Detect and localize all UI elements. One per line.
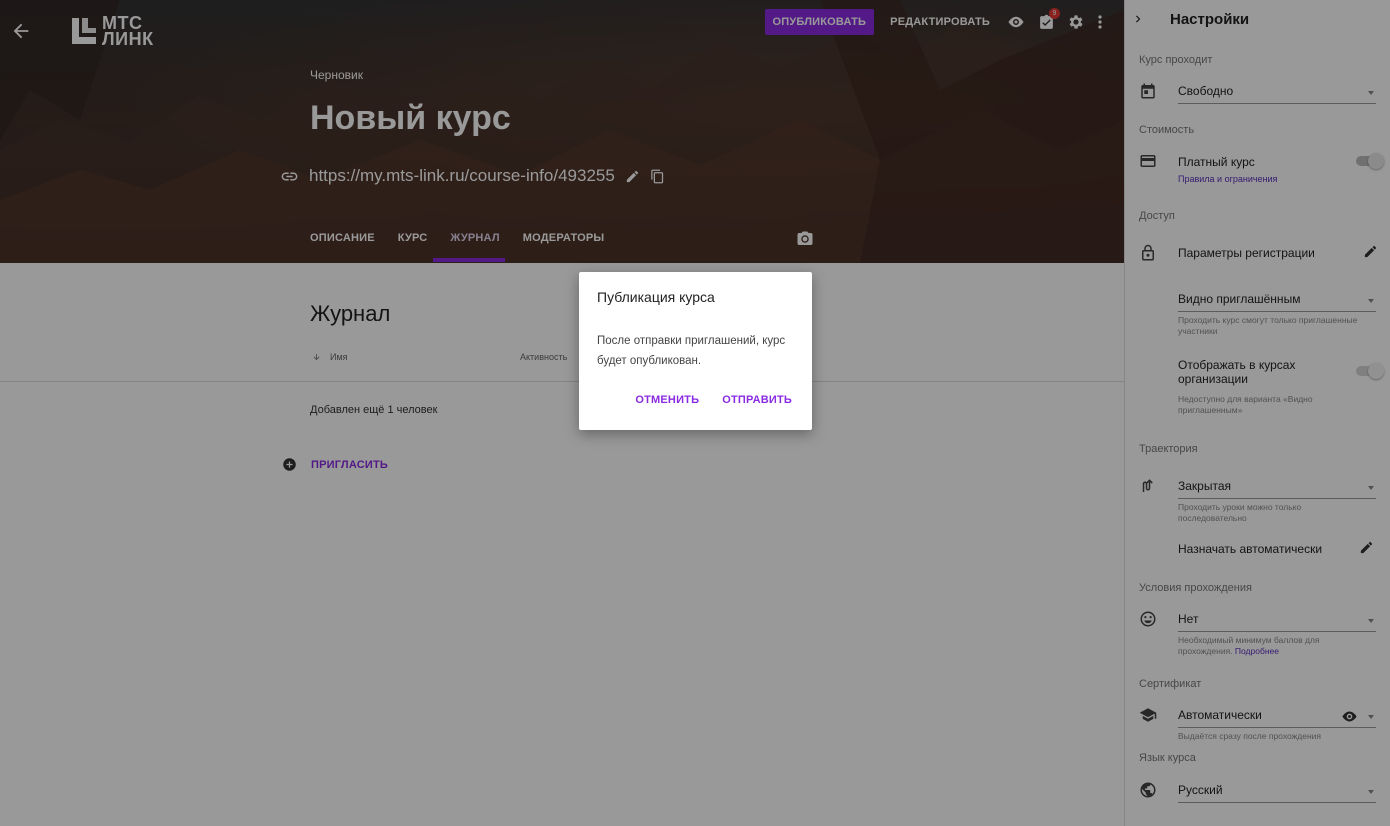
dialog-body: После отправки приглашений, курс будет о… bbox=[597, 335, 786, 367]
dialog-title: Публикация курса bbox=[597, 289, 715, 305]
publish-dialog: Публикация курса После отправки приглаше… bbox=[579, 272, 812, 430]
dialog-actions: ОТМЕНИТЬ ОТПРАВИТЬ bbox=[635, 394, 792, 406]
send-button[interactable]: ОТПРАВИТЬ bbox=[722, 394, 792, 406]
cancel-button[interactable]: ОТМЕНИТЬ bbox=[635, 394, 699, 406]
